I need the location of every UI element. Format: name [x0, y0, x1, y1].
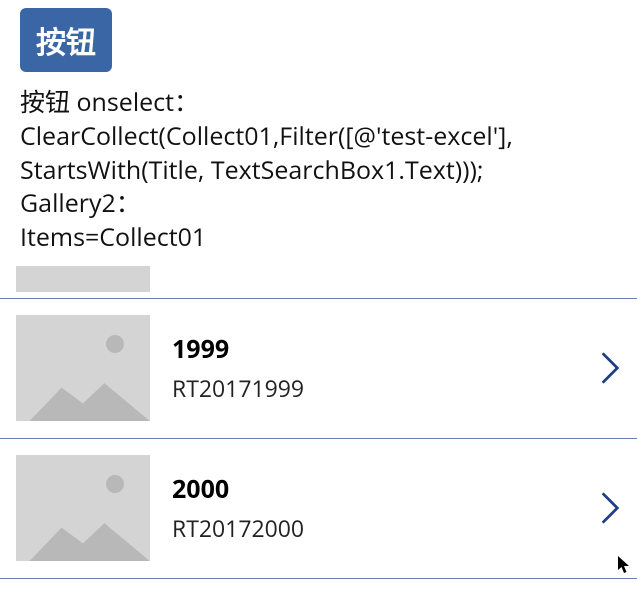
code-line: ClearCollect(Collect01,Filter([@'test-ex… — [20, 120, 621, 154]
list-item-partial[interactable] — [0, 259, 637, 299]
list-item-subtitle: RT20172000 — [172, 512, 575, 544]
formula-text: 按钮 onselect： ClearCollect(Collect01,Filt… — [20, 86, 621, 255]
image-placeholder-icon — [16, 455, 150, 561]
code-line: Items=Collect01 — [20, 221, 621, 255]
image-placeholder-icon — [16, 266, 150, 292]
list-item-text: 2000 RT20172000 — [172, 472, 575, 544]
chevron-right-icon[interactable] — [597, 486, 623, 530]
gallery: 1999 RT20171999 2000 RT20172000 — [0, 259, 637, 579]
list-item-title: 1999 — [172, 332, 575, 366]
list-item[interactable]: 1999 RT20171999 — [0, 299, 637, 439]
code-line: Gallery2： — [20, 187, 621, 221]
list-item-subtitle: RT20171999 — [172, 372, 575, 404]
list-item-title: 2000 — [172, 472, 575, 506]
code-line: 按钮 onselect： — [20, 86, 621, 120]
list-item-text: 1999 RT20171999 — [172, 332, 575, 404]
chevron-right-icon[interactable] — [597, 346, 623, 390]
list-item[interactable]: 2000 RT20172000 — [0, 439, 637, 579]
image-placeholder-icon — [16, 315, 150, 421]
primary-button[interactable]: 按钮 — [20, 8, 112, 72]
code-line: StartsWith(Title, TextSearchBox1.Text)))… — [20, 154, 621, 188]
